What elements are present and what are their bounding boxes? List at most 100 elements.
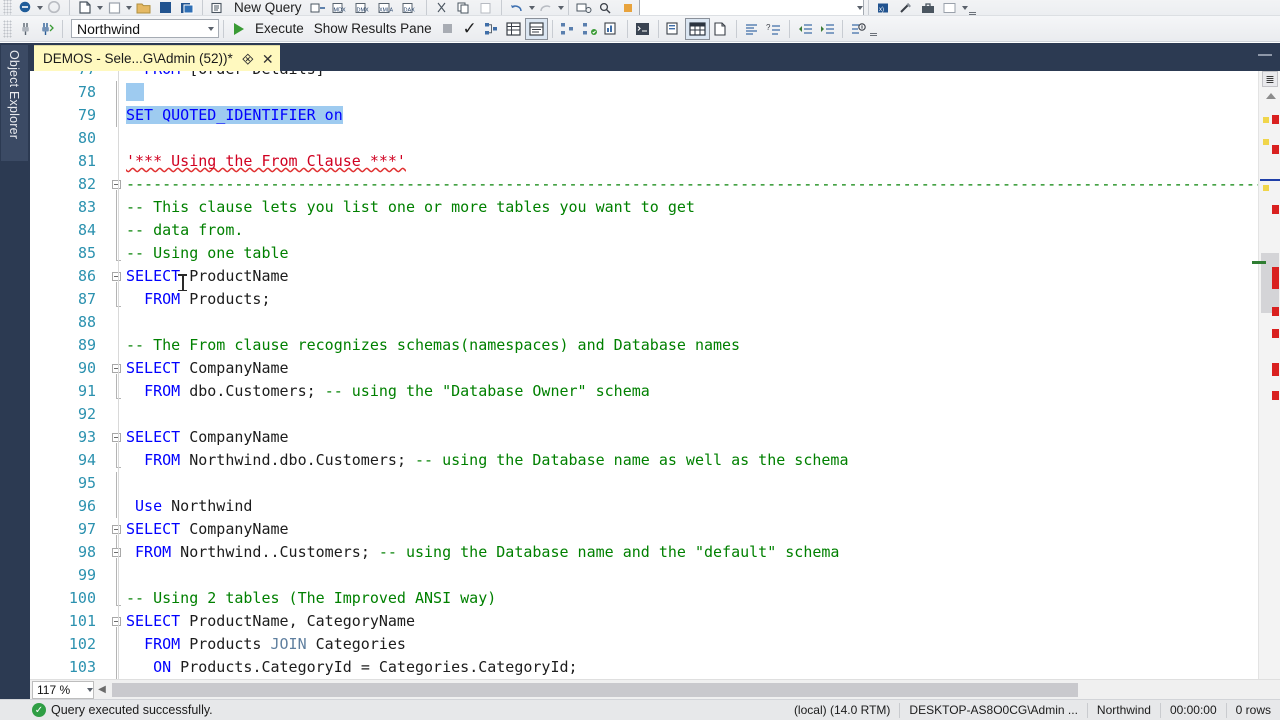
decrease-indent-icon[interactable] bbox=[794, 18, 816, 40]
display-estimated-execution-plan-icon[interactable] bbox=[481, 18, 503, 40]
connect-object-explorer-icon[interactable] bbox=[14, 0, 36, 15]
zoom-level-caret-icon[interactable] bbox=[87, 687, 93, 692]
results-to-file-icon[interactable] bbox=[710, 18, 732, 40]
save-icon[interactable] bbox=[154, 0, 176, 15]
include-client-statistics-icon[interactable] bbox=[601, 18, 623, 40]
code-line[interactable]: ON Products.CategoryId = Categories.Cate… bbox=[126, 656, 1258, 679]
code-line[interactable] bbox=[126, 81, 1258, 104]
connect-icon[interactable] bbox=[14, 18, 36, 40]
code-line[interactable] bbox=[126, 403, 1258, 426]
output-window-icon[interactable] bbox=[939, 0, 961, 15]
code-line[interactable]: SELECT CompanyName bbox=[126, 518, 1258, 541]
fold-collapse-icon[interactable] bbox=[112, 364, 121, 373]
code-line[interactable]: '*** Using the From Clause ***' bbox=[126, 150, 1258, 173]
code-line[interactable]: FROM dbo.Customers; -- using the "Databa… bbox=[126, 380, 1258, 403]
toolbar-overflow-row2[interactable] bbox=[869, 20, 879, 38]
sqlcmd-mode-icon[interactable] bbox=[632, 18, 654, 40]
code-line[interactable] bbox=[126, 472, 1258, 495]
copy-icon[interactable] bbox=[453, 0, 475, 15]
show-results-pane-label[interactable]: Show Results Pane bbox=[309, 21, 437, 36]
available-databases-caret-icon[interactable] bbox=[202, 26, 218, 31]
code-line[interactable]: FROM Northwind.dbo.Customers; -- using t… bbox=[126, 449, 1258, 472]
code-line[interactable] bbox=[126, 564, 1258, 587]
undo-icon[interactable] bbox=[506, 0, 528, 15]
find-combo[interactable] bbox=[638, 0, 864, 15]
horizontal-scrollbar-thumb[interactable] bbox=[112, 682, 1078, 697]
fold-collapse-icon[interactable] bbox=[112, 525, 121, 534]
close-icon[interactable]: ✕ bbox=[262, 52, 274, 66]
toolbox-icon[interactable] bbox=[917, 0, 939, 15]
code-line[interactable]: SELECT ProductName, CategoryName bbox=[126, 610, 1258, 633]
xml-editor-icon[interactable]: x) bbox=[873, 0, 895, 15]
new-mdx-query-icon[interactable]: MDX bbox=[329, 0, 352, 15]
specify-values-for-template-parameters-icon[interactable] bbox=[847, 18, 869, 40]
comment-lines-icon[interactable] bbox=[741, 18, 763, 40]
zoom-level-combo[interactable]: 117 % bbox=[32, 680, 94, 699]
increase-indent-icon[interactable] bbox=[816, 18, 838, 40]
scroll-left-arrow-icon[interactable]: ◀ bbox=[94, 684, 110, 695]
properties-wand-icon[interactable] bbox=[895, 0, 917, 15]
code-line[interactable]: Use Northwind bbox=[126, 495, 1258, 518]
code-line[interactable]: -- Using one table bbox=[126, 242, 1258, 265]
open-file-blank-icon[interactable] bbox=[103, 0, 125, 15]
code-line[interactable]: FROM Products; bbox=[126, 288, 1258, 311]
code-line[interactable]: SELECT CompanyName bbox=[126, 426, 1258, 449]
new-query-with-connection-icon[interactable] bbox=[307, 0, 329, 15]
toolbar-overflow-row1[interactable] bbox=[968, 0, 978, 15]
registered-servers-icon[interactable] bbox=[573, 0, 595, 15]
code-line[interactable]: SELECT ProductName bbox=[126, 265, 1258, 288]
open-folder-icon[interactable] bbox=[132, 0, 154, 15]
available-databases-combo[interactable]: Northwind bbox=[71, 19, 219, 38]
code-line[interactable]: -- This clause lets you list one or more… bbox=[126, 196, 1258, 219]
scroll-up-arrow-icon[interactable] bbox=[1266, 93, 1276, 99]
code-line[interactable]: SELECT CompanyName bbox=[126, 357, 1258, 380]
pin-icon[interactable]: ⊞ bbox=[239, 50, 256, 67]
code-line[interactable]: FROM Products JOIN Categories bbox=[126, 633, 1258, 656]
code-line[interactable]: -- The From clause recognizes schemas(na… bbox=[126, 334, 1258, 357]
code-folding-gutter[interactable] bbox=[108, 71, 126, 679]
code-line[interactable]: ----------------------------------------… bbox=[126, 173, 1280, 196]
code-line[interactable]: FROM Northwind..Customers; -- using the … bbox=[126, 541, 1258, 564]
new-query-button-icon[interactable] bbox=[207, 0, 229, 15]
new-query-label[interactable]: New Query bbox=[229, 0, 307, 15]
vertical-scrollbar[interactable]: ≣ bbox=[1252, 71, 1280, 679]
execute-label[interactable]: Execute bbox=[250, 21, 309, 36]
find-icon[interactable] bbox=[595, 0, 617, 15]
results-grid-toggle-icon[interactable] bbox=[684, 17, 710, 40]
new-dmx-query-icon[interactable]: DMX bbox=[352, 0, 375, 15]
paste-icon[interactable] bbox=[475, 0, 497, 15]
code-line[interactable]: -- Using 2 tables (The Improved ANSI way… bbox=[126, 587, 1258, 610]
redo-icon[interactable] bbox=[535, 0, 557, 15]
execute-play-icon[interactable] bbox=[228, 18, 250, 40]
code-line[interactable] bbox=[126, 311, 1258, 334]
include-live-query-stats-icon[interactable] bbox=[579, 18, 601, 40]
fold-collapse-icon[interactable] bbox=[112, 433, 121, 442]
find-caret-icon[interactable] bbox=[856, 5, 863, 10]
new-dax-query-icon[interactable]: DAX bbox=[399, 0, 422, 15]
parse-checkmark-icon[interactable]: ✓ bbox=[459, 18, 481, 40]
query-options-icon[interactable] bbox=[663, 18, 685, 40]
new-xmla-query-icon[interactable]: XMLA bbox=[375, 0, 399, 15]
results-to-grid-icon[interactable] bbox=[503, 18, 525, 40]
disconnect-icon[interactable] bbox=[43, 0, 65, 15]
split-editor-icon[interactable]: ≣ bbox=[1262, 71, 1278, 87]
uncomment-lines-icon[interactable]: ? bbox=[763, 18, 785, 40]
fold-collapse-icon[interactable] bbox=[112, 548, 121, 557]
include-actual-execution-plan-icon[interactable] bbox=[557, 18, 579, 40]
object-explorer-tab[interactable]: Object Explorer bbox=[1, 45, 28, 161]
save-all-icon[interactable] bbox=[176, 0, 198, 15]
document-tab-demos[interactable]: DEMOS - Sele...G\Admin (52))* ⊞ ✕ bbox=[34, 45, 280, 71]
code-line[interactable] bbox=[126, 127, 1258, 150]
code-line[interactable]: FROM [Order Details] bbox=[126, 71, 1258, 81]
fold-collapse-icon[interactable] bbox=[112, 617, 121, 626]
toolbar-grip[interactable] bbox=[3, 0, 12, 15]
code-line[interactable]: -- data from. bbox=[126, 219, 1258, 242]
restore-document-window-icon[interactable] bbox=[1258, 54, 1272, 56]
redo-caret[interactable] bbox=[557, 5, 564, 10]
fold-collapse-icon[interactable] bbox=[112, 180, 121, 189]
code-line[interactable]: SET QUOTED_IDENTIFIER on bbox=[126, 104, 1258, 127]
results-to-text-icon[interactable] bbox=[524, 17, 548, 40]
new-query-window-icon[interactable] bbox=[74, 0, 96, 15]
change-connection-icon[interactable] bbox=[36, 18, 58, 40]
horizontal-scrollbar[interactable] bbox=[110, 681, 1262, 698]
